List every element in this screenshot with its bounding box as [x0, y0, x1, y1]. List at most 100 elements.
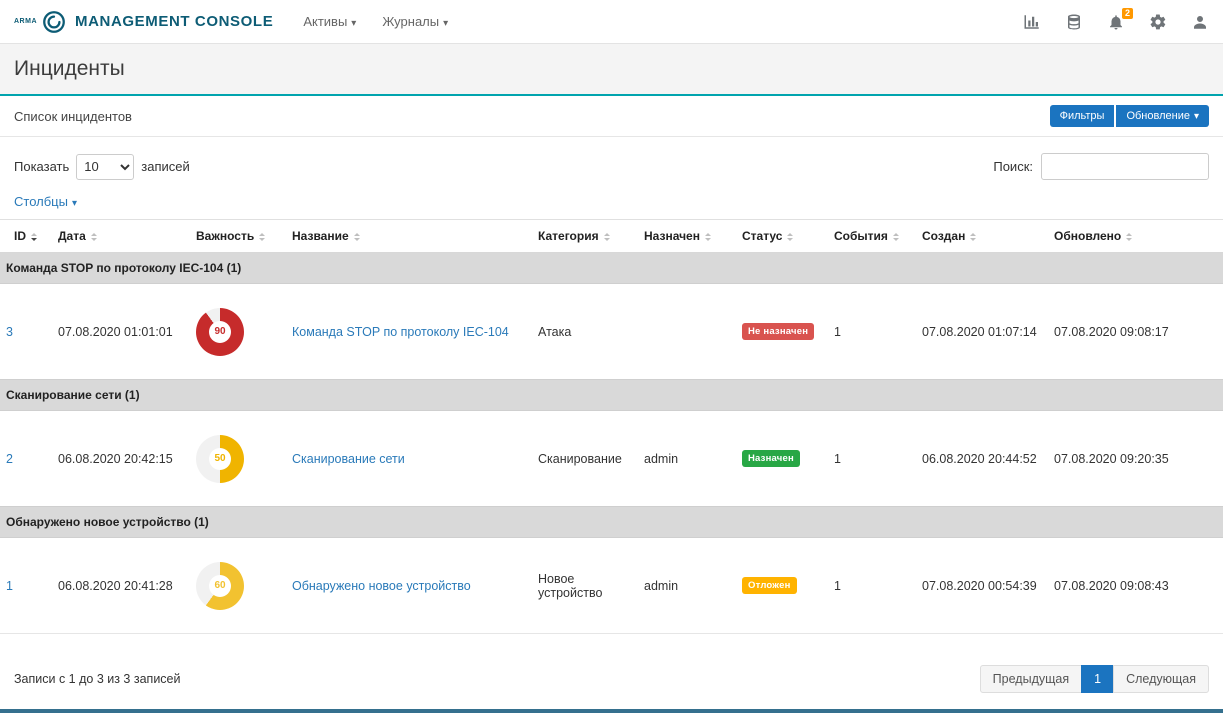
- brand-title: MANAGEMENT CONSOLE: [75, 13, 273, 30]
- sort-icon: [893, 233, 899, 241]
- search-box: Поиск:: [993, 153, 1209, 180]
- column-header-created[interactable]: Создан: [916, 220, 1048, 253]
- column-header-date[interactable]: Дата: [52, 220, 190, 253]
- cell-category: Сканирование: [532, 411, 638, 507]
- group-header-row: Команда STOP по протоколу IEC-104 (1): [0, 253, 1223, 284]
- cell-status: Назначен: [736, 411, 828, 507]
- show-entries: Показать 10 записей: [14, 154, 190, 180]
- cell-name: Команда STOP по протоколу IEC-104: [286, 284, 532, 380]
- column-header-events[interactable]: События: [828, 220, 916, 253]
- cell-created: 07.08.2020 01:07:14: [916, 284, 1048, 380]
- arma-logo-text: ARMA: [14, 18, 37, 25]
- cell-status: Отложен: [736, 538, 828, 634]
- cell-assignee: admin: [638, 411, 736, 507]
- group-title: Обнаружено новое устройство (1): [0, 507, 1223, 538]
- page-number-button[interactable]: 1: [1081, 665, 1114, 693]
- card-header-buttons: Фильтры Обновление: [1050, 105, 1209, 127]
- sort-icon: [787, 233, 793, 241]
- column-header-severity[interactable]: Важность: [190, 220, 286, 253]
- bottom-accent-bar: [0, 709, 1223, 713]
- incidents-table: ID Дата Важность Название Категория Назн…: [0, 219, 1223, 634]
- incident-name-link[interactable]: Команда STOP по протоколу IEC-104: [292, 325, 509, 339]
- chart-icon[interactable]: [1023, 13, 1041, 31]
- filters-button[interactable]: Фильтры: [1050, 105, 1115, 127]
- cell-updated: 07.08.2020 09:08:43: [1048, 538, 1223, 634]
- cell-id: 1: [0, 538, 52, 634]
- show-label: Показать: [14, 159, 69, 174]
- incident-name-link[interactable]: Сканирование сети: [292, 452, 405, 466]
- cell-date: 06.08.2020 20:42:15: [52, 411, 190, 507]
- user-icon[interactable]: [1191, 13, 1209, 31]
- severity-donut-chart: 90: [196, 308, 244, 356]
- cell-created: 06.08.2020 20:44:52: [916, 411, 1048, 507]
- card-header: Список инцидентов Фильтры Обновление: [0, 96, 1223, 137]
- status-badge: Не назначен: [742, 323, 814, 340]
- search-label: Поиск:: [993, 159, 1033, 174]
- cell-date: 07.08.2020 01:01:01: [52, 284, 190, 380]
- columns-button[interactable]: Столбцы: [14, 194, 77, 209]
- cell-category: Атака: [532, 284, 638, 380]
- status-badge: Отложен: [742, 577, 797, 594]
- arma-spiral-logo-icon: [41, 9, 67, 35]
- cell-name: Обнаружено новое устройство: [286, 538, 532, 634]
- cell-assignee: admin: [638, 538, 736, 634]
- records-info: Записи с 1 до 3 из 3 записей: [14, 672, 180, 686]
- table-header-row: ID Дата Важность Название Категория Назн…: [0, 220, 1223, 253]
- main-menu: Активы Журналы: [303, 14, 448, 29]
- sort-icon: [354, 233, 360, 241]
- incident-id-link[interactable]: 2: [6, 452, 13, 466]
- sort-icon: [705, 233, 711, 241]
- sort-icon: [604, 233, 610, 241]
- notification-count-badge: 2: [1122, 8, 1133, 20]
- column-header-name[interactable]: Название: [286, 220, 532, 253]
- cell-created: 07.08.2020 00:54:39: [916, 538, 1048, 634]
- severity-donut-chart: 50: [196, 435, 244, 483]
- brand[interactable]: ARMA MANAGEMENT CONSOLE: [14, 9, 273, 35]
- navbar-icons: 2: [1023, 13, 1209, 31]
- page-title: Инциденты: [14, 57, 125, 80]
- group-title: Команда STOP по протоколу IEC-104 (1): [0, 253, 1223, 284]
- cell-id: 3: [0, 284, 52, 380]
- status-badge: Назначен: [742, 450, 800, 467]
- incident-id-link[interactable]: 1: [6, 579, 13, 593]
- sort-icon: [91, 233, 97, 241]
- gear-icon[interactable]: [1149, 13, 1167, 31]
- page-titlebar: Инциденты: [0, 44, 1223, 96]
- incident-name-link[interactable]: Обнаружено новое устройство: [292, 579, 471, 593]
- menu-logs[interactable]: Журналы: [382, 14, 448, 29]
- cell-events: 1: [828, 538, 916, 634]
- top-navbar: ARMA MANAGEMENT CONSOLE Активы Журналы 2: [0, 0, 1223, 44]
- table-row: 2 06.08.2020 20:42:15 50 Сканирование се…: [0, 411, 1223, 507]
- column-header-status[interactable]: Статус: [736, 220, 828, 253]
- menu-assets[interactable]: Активы: [303, 14, 356, 29]
- table-row: 1 06.08.2020 20:41:28 60 Обнаружено ново…: [0, 538, 1223, 634]
- group-header-row: Обнаружено новое устройство (1): [0, 507, 1223, 538]
- incidents-card: Список инцидентов Фильтры Обновление Пок…: [0, 96, 1223, 709]
- severity-value: 60: [214, 580, 225, 591]
- incident-id-link[interactable]: 3: [6, 325, 13, 339]
- cell-events: 1: [828, 284, 916, 380]
- group-title: Сканирование сети (1): [0, 380, 1223, 411]
- database-icon[interactable]: [1065, 13, 1083, 31]
- cell-assignee: [638, 284, 736, 380]
- column-header-updated[interactable]: Обновлено: [1048, 220, 1223, 253]
- cell-name: Сканирование сети: [286, 411, 532, 507]
- page-size-select[interactable]: 10: [76, 154, 134, 180]
- severity-donut-chart: 60: [196, 562, 244, 610]
- column-header-category[interactable]: Категория: [532, 220, 638, 253]
- search-input[interactable]: [1041, 153, 1209, 180]
- next-page-button[interactable]: Следующая: [1113, 665, 1209, 693]
- severity-value: 50: [214, 453, 225, 464]
- sort-icon: [970, 233, 976, 241]
- cell-events: 1: [828, 411, 916, 507]
- bell-icon[interactable]: 2: [1107, 13, 1125, 31]
- update-button[interactable]: Обновление: [1116, 105, 1209, 127]
- previous-page-button[interactable]: Предыдущая: [980, 665, 1082, 693]
- column-header-assignee[interactable]: Назначен: [638, 220, 736, 253]
- table-row: 3 07.08.2020 01:01:01 90 Команда STOP по…: [0, 284, 1223, 380]
- cell-updated: 07.08.2020 09:20:35: [1048, 411, 1223, 507]
- column-header-id[interactable]: ID: [0, 220, 52, 253]
- cell-updated: 07.08.2020 09:08:17: [1048, 284, 1223, 380]
- cell-category: Новое устройство: [532, 538, 638, 634]
- sort-icon: [31, 233, 37, 241]
